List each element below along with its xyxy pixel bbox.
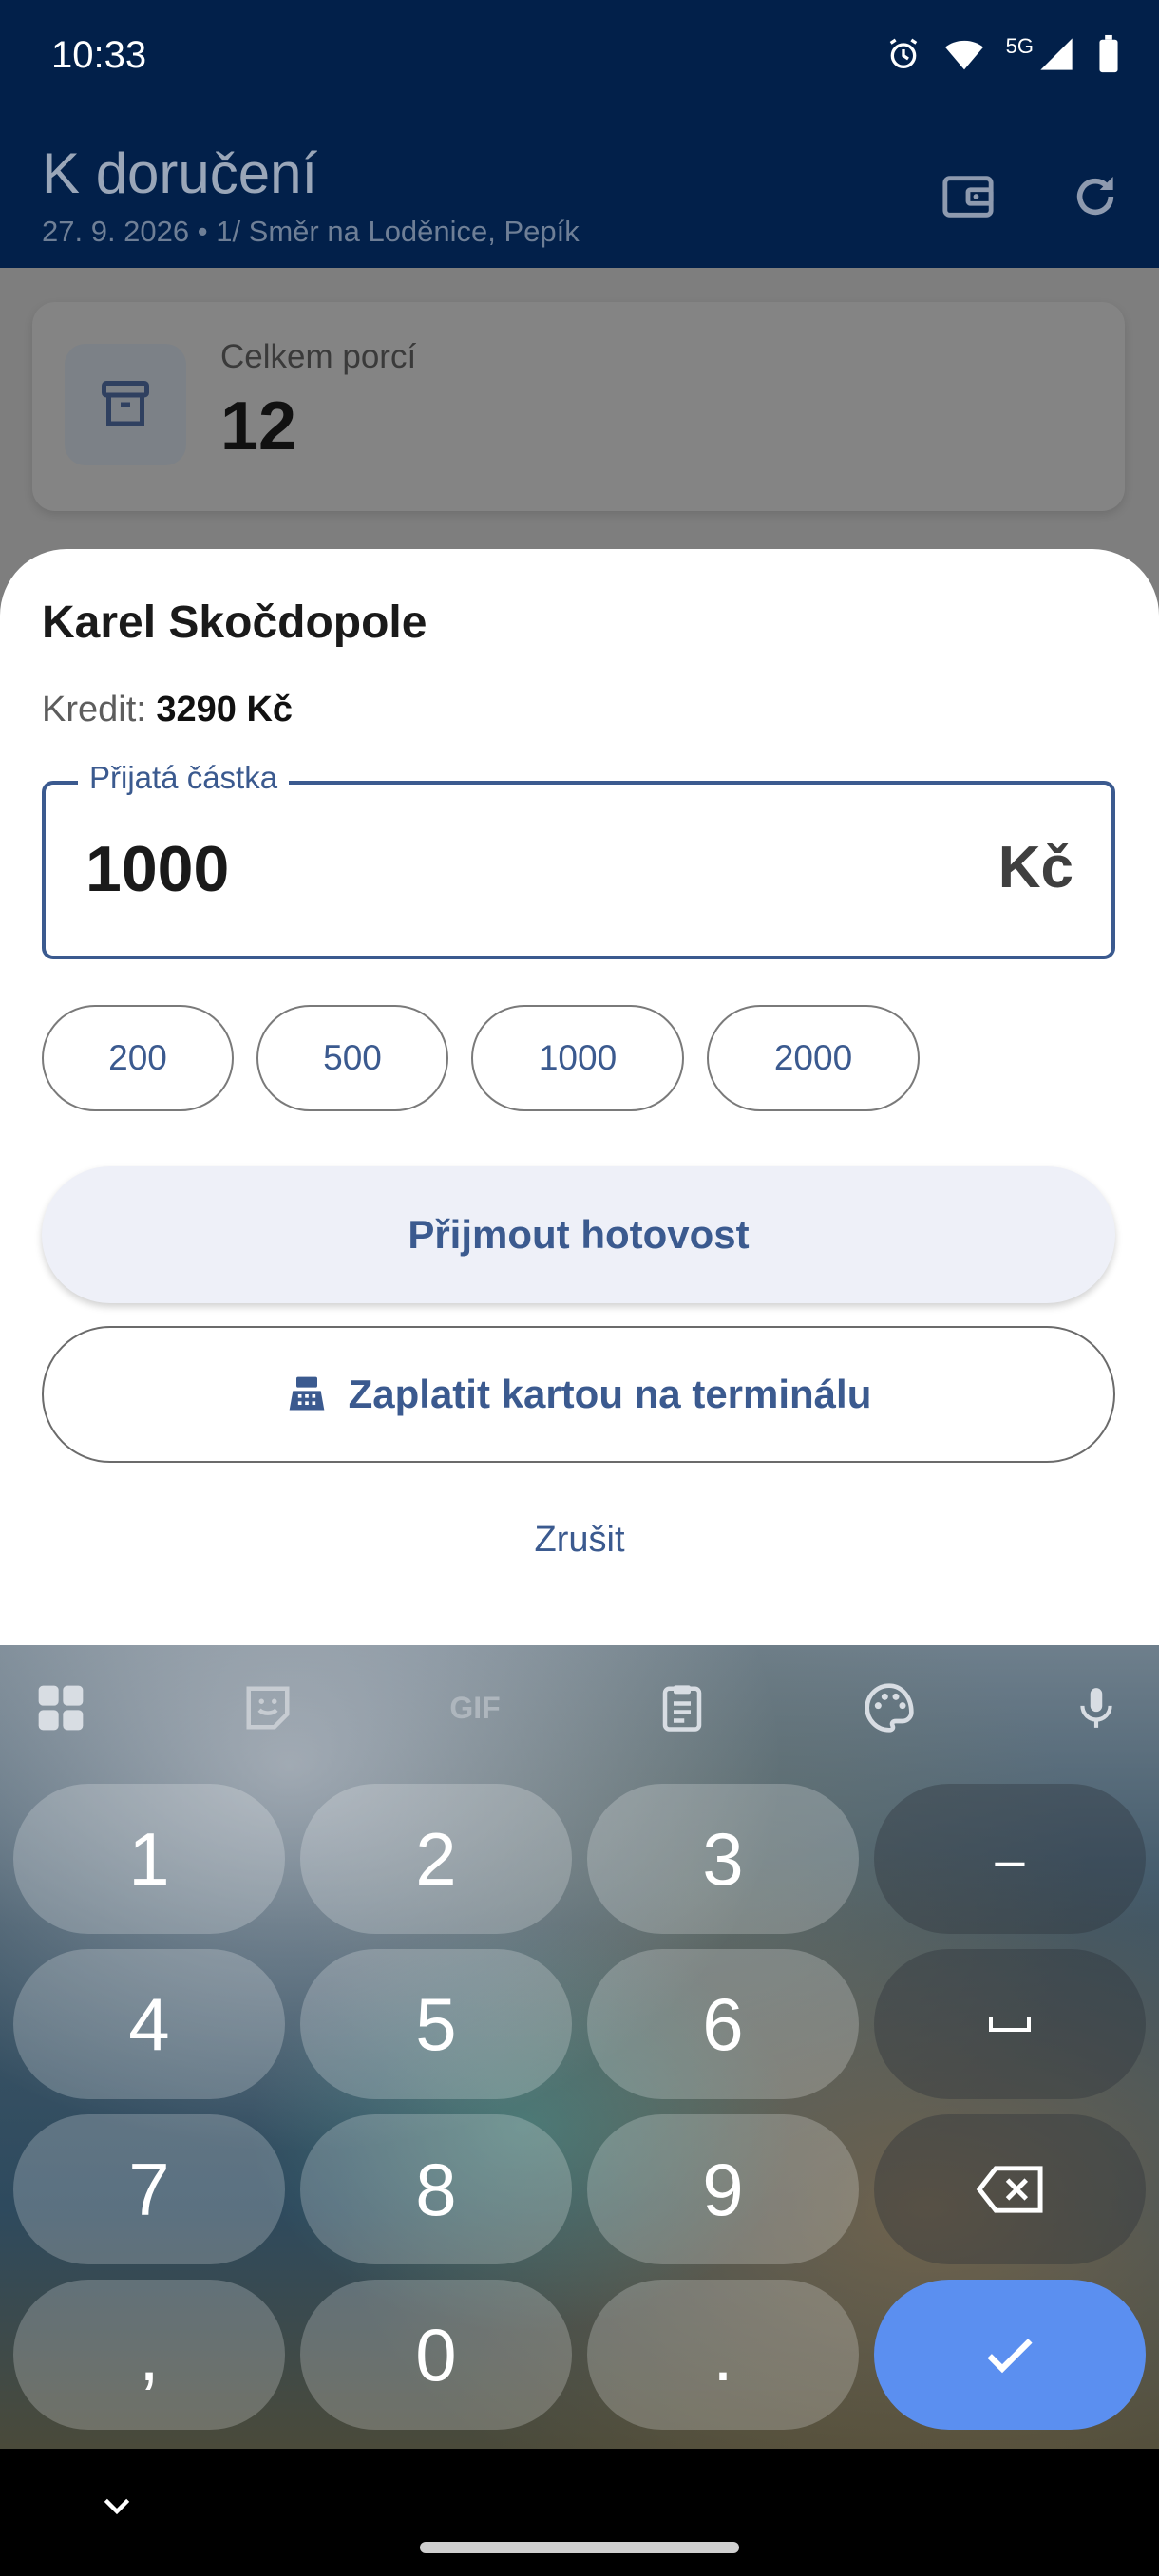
- apps-grid-button[interactable]: [30, 1677, 91, 1738]
- accept-cash-label: Přijmout hotovost: [408, 1212, 750, 1257]
- received-amount-field[interactable]: Přijatá částka 1000 Kč: [42, 760, 1115, 959]
- credit-value: 3290 Kč: [156, 690, 294, 729]
- refresh-button[interactable]: [1062, 163, 1129, 230]
- keyboard-toolbar: GIF: [0, 1645, 1159, 1769]
- sticker-icon: [246, 1686, 290, 1730]
- key-8[interactable]: 8: [300, 2114, 572, 2264]
- mic-icon: [1080, 1688, 1112, 1728]
- quick-amount-chip-200[interactable]: 200: [42, 1005, 234, 1111]
- alarm-icon: [884, 35, 922, 78]
- palette-icon: [864, 1683, 914, 1733]
- summary-card: Celkem porcí 12: [32, 302, 1125, 511]
- app-bar: K doručení 27. 9. 2026 • 1/ Směr na Lodě…: [0, 118, 1159, 268]
- clipboard-button[interactable]: [652, 1677, 712, 1738]
- space-icon: [989, 2017, 1031, 2032]
- gif-button[interactable]: GIF: [439, 1677, 511, 1738]
- status-time: 10:33: [51, 34, 147, 76]
- key-3[interactable]: 3: [587, 1784, 859, 1934]
- quick-amount-chip-500[interactable]: 500: [256, 1005, 448, 1111]
- home-gesture-handle[interactable]: [420, 2542, 739, 2553]
- customer-name: Karel Skočdopole: [42, 597, 428, 648]
- network-type-label: 5G: [1005, 34, 1034, 58]
- wifi-icon: [943, 35, 985, 78]
- key-space[interactable]: [874, 1949, 1146, 2099]
- key-5[interactable]: 5: [300, 1949, 572, 2099]
- apps-grid-icon: [38, 1685, 84, 1731]
- key-2[interactable]: 2: [300, 1784, 572, 1934]
- key-1[interactable]: 1: [13, 1784, 285, 1934]
- key-4[interactable]: 4: [13, 1949, 285, 2099]
- key-6[interactable]: 6: [587, 1949, 859, 2099]
- pay-by-card-label: Zaplatit kartou na terminálu: [348, 1372, 872, 1416]
- summary-value: 12: [220, 388, 297, 464]
- backspace-icon: [976, 2166, 1043, 2213]
- credit-label: Kredit:: [42, 690, 146, 729]
- summary-label: Celkem porcí: [220, 338, 417, 375]
- accept-cash-button[interactable]: Přijmout hotovost: [42, 1166, 1115, 1303]
- payment-sheet: Karel Skočdopole Kredit: 3290 Kč Přijatá…: [0, 549, 1159, 1645]
- pay-by-card-button[interactable]: Zaplatit kartou na terminálu: [42, 1326, 1115, 1463]
- checkmark-icon: [987, 2339, 1033, 2374]
- key-period[interactable]: .: [587, 2280, 859, 2430]
- wallet-button[interactable]: [935, 163, 1001, 230]
- credit-row: Kredit: 3290 Kč: [42, 690, 293, 730]
- theme-button[interactable]: [859, 1677, 920, 1738]
- cancel-button[interactable]: Zrušit: [0, 1520, 1159, 1561]
- page-subtitle: 27. 9. 2026 • 1/ Směr na Loděnice, Pepík: [42, 215, 580, 248]
- voice-input-button[interactable]: [1066, 1677, 1127, 1738]
- refresh-icon: [1076, 177, 1114, 216]
- key-0[interactable]: 0: [300, 2280, 572, 2430]
- status-bar: 10:33 5G: [0, 0, 1159, 118]
- page-title: K doručení: [42, 142, 318, 205]
- summary-icon-container: [65, 344, 186, 465]
- currency-suffix: Kč: [998, 835, 1074, 900]
- key-minus[interactable]: –: [874, 1784, 1146, 1934]
- cancel-label: Zrušit: [534, 1520, 625, 1560]
- wallet-icon: [942, 176, 994, 218]
- numeric-keyboard: GIF 1 2 3 – 4 5 6 7 8 9 , 0 .: [0, 1645, 1159, 2449]
- navigation-bar: [0, 2449, 1159, 2576]
- key-backspace[interactable]: [874, 2114, 1146, 2264]
- chevron-down-icon: [104, 2498, 130, 2515]
- signal-icon: [1037, 35, 1075, 78]
- key-9[interactable]: 9: [587, 2114, 859, 2264]
- key-comma[interactable]: ,: [13, 2280, 285, 2430]
- battery-icon: [1096, 34, 1121, 79]
- clipboard-icon: [662, 1685, 702, 1732]
- archive-icon: [102, 381, 149, 426]
- key-7[interactable]: 7: [13, 2114, 285, 2264]
- quick-amount-chip-1000[interactable]: 1000: [471, 1005, 684, 1111]
- received-amount-input[interactable]: 1000: [86, 832, 229, 906]
- key-confirm[interactable]: [874, 2280, 1146, 2430]
- sticker-button[interactable]: [238, 1677, 298, 1738]
- payment-terminal-icon: [289, 1376, 324, 1411]
- hide-keyboard-button[interactable]: [93, 2483, 141, 2530]
- quick-amount-chip-2000[interactable]: 2000: [707, 1005, 920, 1111]
- received-amount-label: Přijatá částka: [78, 760, 290, 796]
- status-icons: 5G: [884, 34, 1121, 79]
